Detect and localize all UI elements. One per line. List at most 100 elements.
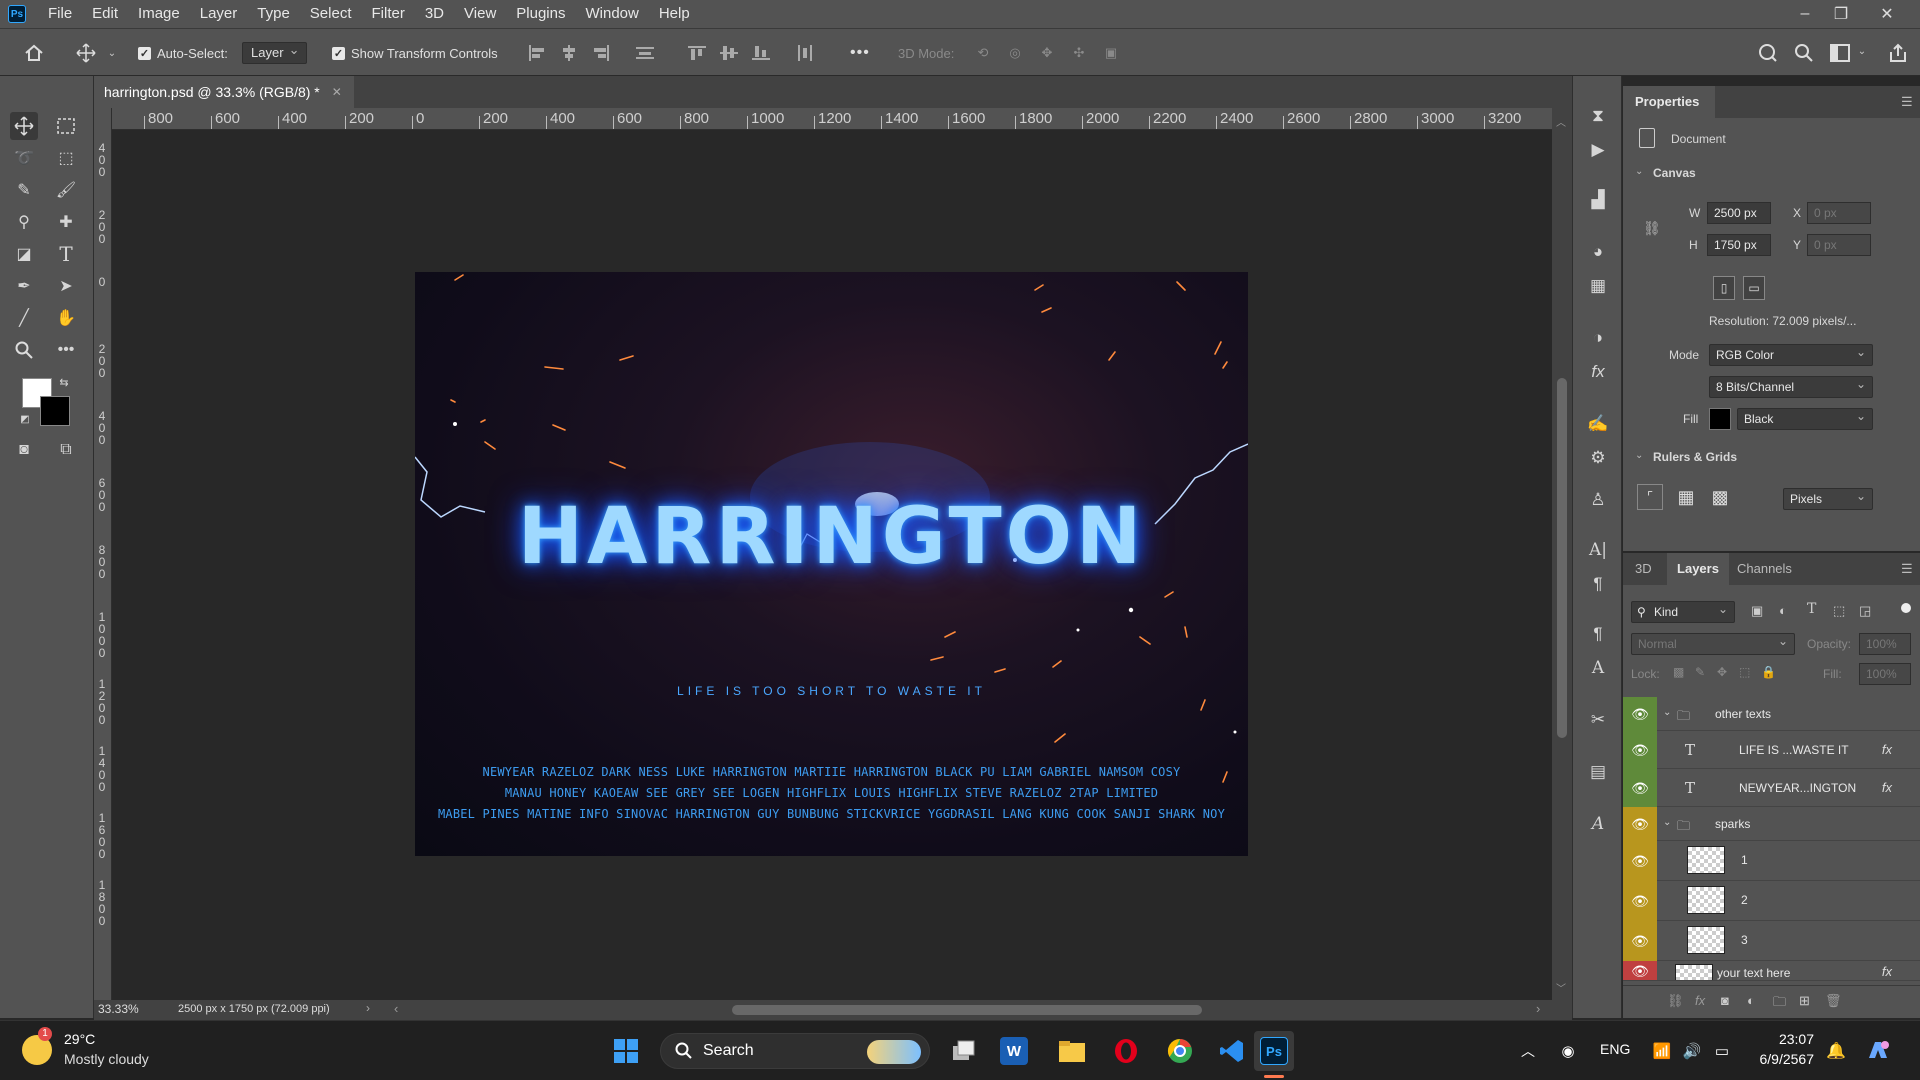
restore-icon[interactable]: ❐ [1822,0,1860,28]
menu-plugins[interactable]: Plugins [506,0,575,28]
object-select-tool-icon[interactable]: ⬚ [52,144,80,172]
swatches-grid-icon[interactable]: ▦ [1586,274,1610,298]
grid-toggle-icon[interactable]: ▦ [1673,484,1699,510]
workspace-icon[interactable] [1828,41,1852,65]
align-bottom-icon[interactable] [750,43,772,63]
chevron-down-icon[interactable]: ⌄ [1663,817,1671,828]
layer-name[interactable]: 2 [1741,893,1748,907]
battery-icon[interactable]: ▭ [1706,1035,1738,1067]
chevron-down-icon[interactable]: ⌄ [106,47,118,59]
weather-temperature[interactable]: 29°C [64,1031,95,1047]
fx-icon[interactable]: fx [1882,742,1892,757]
align-right-icon[interactable] [590,43,612,63]
background-color-swatch[interactable] [40,396,70,426]
wifi-icon[interactable]: 📶 [1646,1035,1678,1067]
menu-type[interactable]: Type [247,0,300,28]
quick-mask-icon[interactable]: ◙ [10,436,38,464]
lock-artboard-icon[interactable]: ⬚ [1739,665,1750,679]
visibility-eye-icon[interactable]: 👁 [1623,921,1657,961]
portrait-orientation-icon[interactable]: ▯ [1713,276,1735,300]
scroll-down-icon[interactable]: ﹀ [1556,980,1568,995]
blend-mode-dropdown[interactable]: Normal [1631,631,1795,655]
paragraph-styles-icon[interactable]: ¶ [1586,622,1610,646]
ruler-toggle-icon[interactable]: ⌜ [1637,484,1663,510]
eyedropper-tool-icon[interactable]: ✎ [10,176,38,204]
menu-3d[interactable]: 3D [415,0,454,28]
filter-pixel-icon[interactable]: ▣ [1751,603,1763,619]
camera-3d-icon[interactable]: ▣ [1100,43,1122,63]
close-tab-icon[interactable]: ✕ [332,85,342,99]
menu-window[interactable]: Window [575,0,648,28]
layer-name[interactable]: sparks [1715,817,1750,831]
layer-name[interactable]: NEWYEAR...INGTON [1739,781,1856,795]
menu-help[interactable]: Help [649,0,700,28]
vertical-scrollbar[interactable]: ︿ ﹀ [1552,108,1572,1020]
swap-colors-icon[interactable]: ⇆ [56,374,72,390]
auto-select-toggle[interactable]: ✓ Auto-Select: [138,43,228,63]
layer-row[interactable]: 👁 your text here fx [1623,961,1920,981]
paragraph-icon[interactable]: ¶ [1586,572,1610,596]
pan-3d-icon[interactable]: ✥ [1036,43,1058,63]
new-group-icon[interactable]: 🗀 [1773,993,1786,1015]
layer-row[interactable]: 👁 ⌄ 🗀 other texts [1623,697,1920,731]
adjustments-icon[interactable]: ◑ [1586,326,1610,350]
minimize-icon[interactable]: – [1786,0,1824,28]
search-icon[interactable] [1792,41,1816,65]
menu-layer[interactable]: Layer [190,0,248,28]
layer-filter-dropdown[interactable]: ⚲ Kind [1631,599,1735,623]
layer-row[interactable]: 👁 T LIFE IS ...WASTE IT fx [1623,731,1920,769]
chevron-up-icon[interactable]: ︿ [1512,1035,1544,1067]
more-tools-icon[interactable]: ••• [52,336,80,364]
fill-field[interactable]: 100% [1859,663,1911,685]
show-transform-toggle[interactable]: ✓ Show Transform Controls [332,43,498,63]
character-icon[interactable]: A| [1586,538,1610,562]
orbit-3d-icon[interactable]: ⟲ [972,43,994,63]
share-icon[interactable] [1886,41,1910,65]
layer-name[interactable]: 3 [1741,933,1748,947]
document-canvas[interactable]: HARRINGTON LIFE IS TOO SHORT TO WASTE IT… [415,272,1248,856]
photoshop-taskbar-icon[interactable]: Ps [1254,1031,1294,1071]
fill-color-swatch[interactable] [1709,408,1731,430]
tab-layers[interactable]: Layers [1667,553,1729,585]
histogram-icon[interactable]: ▟ [1586,188,1610,212]
volume-icon[interactable]: 🔊 [1676,1035,1708,1067]
fill-dropdown[interactable]: Black [1737,406,1873,430]
add-mask-icon[interactable]: ◙ [1721,993,1729,1008]
zoom-level[interactable]: 33.33% [98,1002,139,1016]
history-icon[interactable]: ⧗ [1586,104,1610,128]
word-app-icon[interactable]: W [1000,1037,1028,1065]
file-explorer-icon[interactable] [1056,1035,1088,1067]
menu-file[interactable]: File [38,0,82,28]
menu-image[interactable]: Image [128,0,190,28]
align-middle-icon[interactable] [718,43,740,63]
path-selection-tool-icon[interactable]: ➤ [52,272,80,300]
horizontal-scroll-thumb[interactable] [732,1005,1202,1015]
chrome-browser-icon[interactable] [1164,1035,1196,1067]
lock-transparent-icon[interactable]: ▩ [1673,665,1684,679]
lock-pixels-icon[interactable]: ✎ [1695,665,1705,679]
chevron-down-icon[interactable]: ⌄ [1635,166,1643,177]
ruler-units-dropdown[interactable]: Pixels [1783,486,1873,510]
color-mode-dropdown[interactable]: RGB Color [1709,342,1873,366]
tools-scissors-icon[interactable]: ✂ [1586,708,1610,732]
visibility-eye-icon[interactable]: 👁 [1623,731,1657,769]
share-cloud-icon[interactable] [1756,41,1780,65]
hand-tool-icon[interactable]: ✋ [52,304,80,332]
tab-properties[interactable]: Properties [1623,86,1715,118]
tool-presets-icon[interactable]: ⚙ [1586,446,1610,470]
visibility-eye-icon[interactable]: 👁 [1623,807,1657,841]
vscode-icon[interactable] [1216,1035,1248,1067]
notification-bell-icon[interactable]: 🔔 [1820,1035,1852,1067]
styles-fx-icon[interactable]: fx [1586,360,1610,384]
screen-mode-icon[interactable]: ⧉ [52,436,80,464]
clone-stamp-tool-icon[interactable]: ⚲ [10,208,38,236]
fx-icon[interactable]: fx [1882,780,1892,795]
auto-select-target-dropdown[interactable]: Layer [242,40,307,64]
visibility-eye-icon[interactable]: 👁 [1623,961,1657,980]
layer-name[interactable]: LIFE IS ...WASTE IT [1739,743,1849,757]
copilot-icon[interactable] [1862,1035,1894,1067]
eraser-tool-icon[interactable]: ◪ [10,240,38,268]
document-tab[interactable]: harrington.psd @ 33.3% (RGB/8) * ✕ [94,76,354,108]
layer-row[interactable]: 👁 ⌄ 🗀 sparks [1623,807,1920,841]
align-top-icon[interactable] [686,43,708,63]
